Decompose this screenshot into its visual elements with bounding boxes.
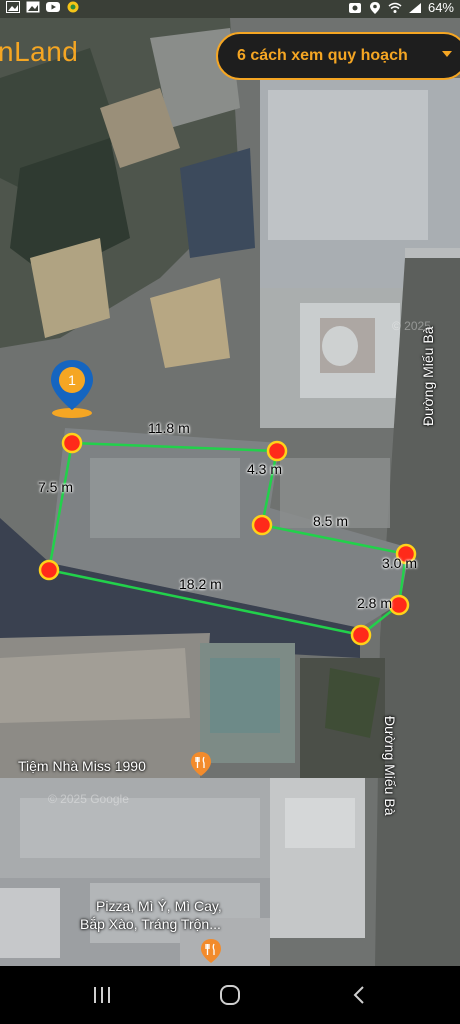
edge-length-label: 7.5 m <box>38 479 74 495</box>
edge-length-label: 18.2 m <box>179 576 222 592</box>
edge-length-label: 4.3 m <box>247 461 283 477</box>
vpn-icon <box>348 2 361 13</box>
app-brand: nLand <box>0 36 79 67</box>
vertex-marker <box>38 432 417 646</box>
map-watermark: © 2025 <box>392 319 431 333</box>
satellite-map[interactable]: 1 11.8 m 4.3 m 8.5 m 3.0 m 2.8 m 18.2 m … <box>0 18 460 966</box>
street-label: Đường Miếu Bà <box>420 326 436 426</box>
image-icon <box>6 1 20 13</box>
chevron-down-icon <box>442 51 452 57</box>
poi-label[interactable]: Tiệm Nhà Miss 1990 <box>18 758 146 774</box>
planning-views-button[interactable]: 6 cách xem quy hoạch <box>216 32 460 80</box>
app-icon <box>67 1 79 13</box>
restaurant-icon[interactable] <box>200 938 222 964</box>
system-navigation-bar <box>0 966 460 1024</box>
planning-views-label: 6 cách xem quy hoạch <box>237 47 408 64</box>
signal-icon <box>408 2 421 13</box>
poi-label[interactable]: Bắp Xào, Tráng Trộn... <box>80 916 221 932</box>
edge-length-label: 11.8 m <box>148 420 190 436</box>
wifi-icon <box>388 2 402 13</box>
street-label: Đường Miếu Bà <box>382 716 398 816</box>
edge-length-label: 8.5 m <box>313 513 349 529</box>
youtube-icon <box>46 2 60 12</box>
map-watermark: © 2025 Google <box>48 792 129 806</box>
edge-length-label: 3.0 m <box>382 555 418 571</box>
location-icon <box>369 1 380 14</box>
photo-icon <box>26 1 40 13</box>
home-icon[interactable] <box>218 984 242 1006</box>
status-bar: 64% <box>0 0 460 18</box>
battery-text: 64% <box>427 0 454 15</box>
poi-label[interactable]: Pizza, Mì Ý, Mì Cay, <box>96 898 222 914</box>
edge-length-label: 2.8 m <box>357 595 393 611</box>
recent-apps-icon[interactable] <box>90 984 114 1006</box>
back-icon[interactable] <box>348 984 372 1006</box>
restaurant-icon[interactable] <box>190 751 212 777</box>
